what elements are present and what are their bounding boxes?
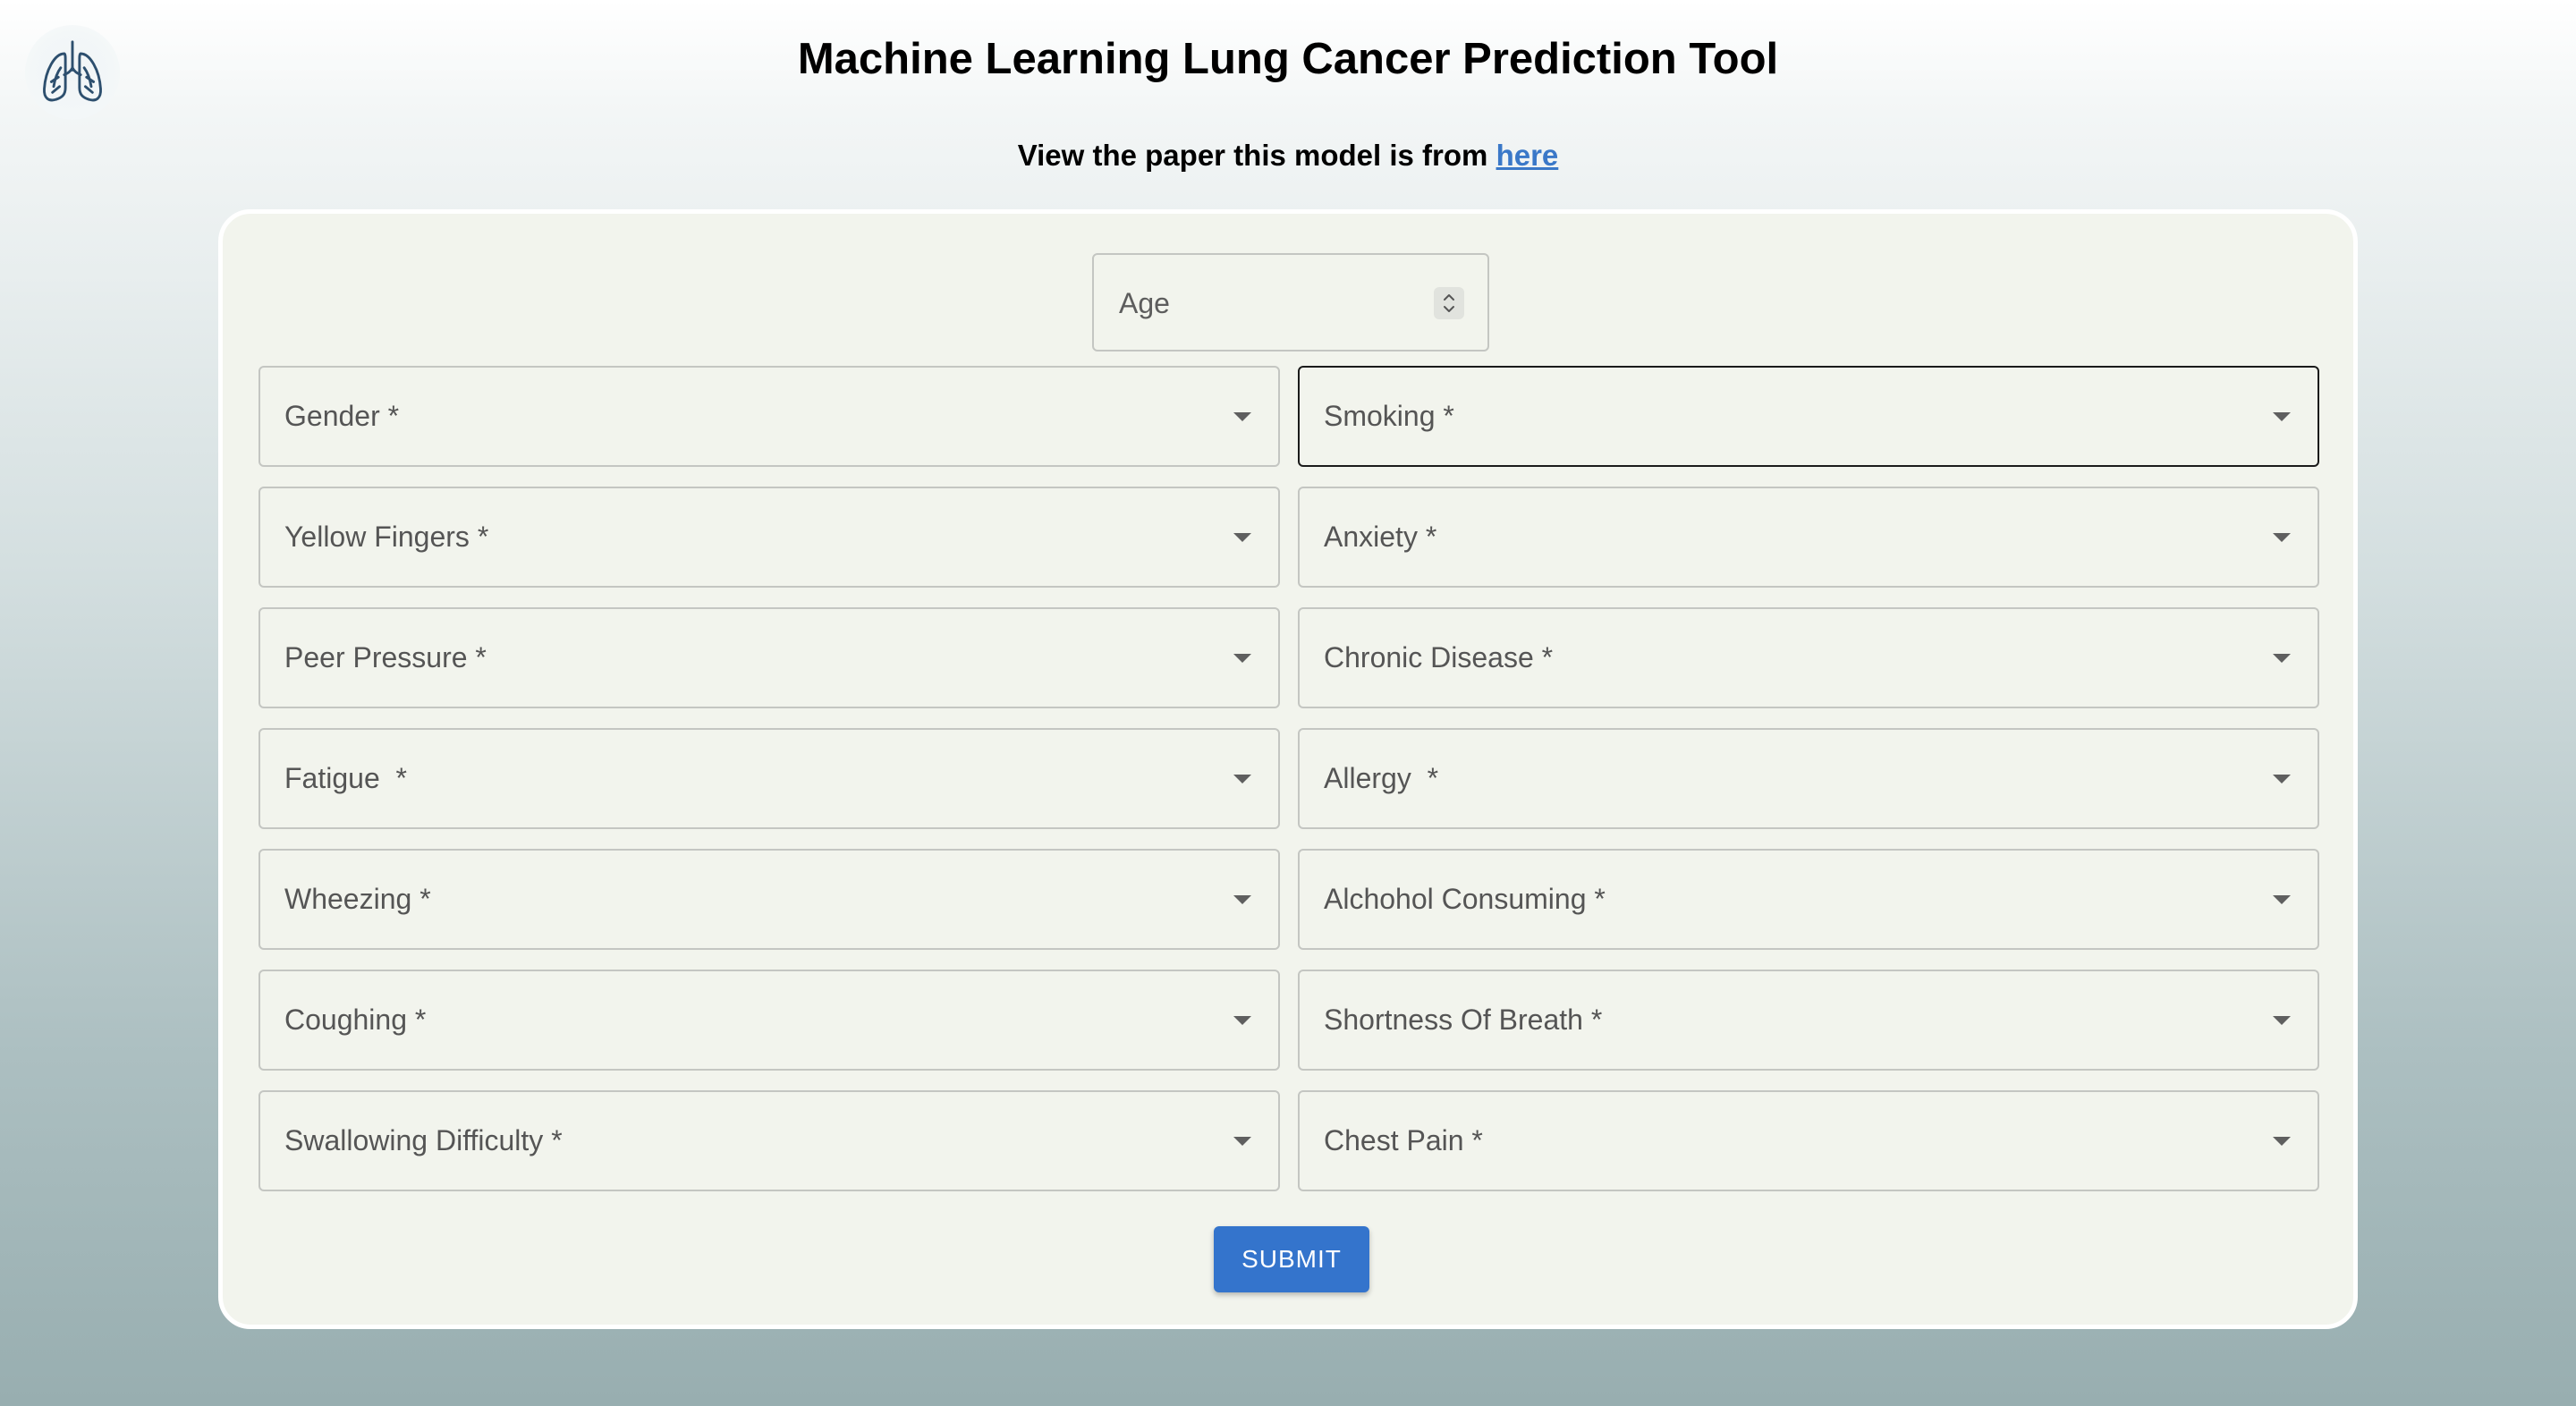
caret-down-icon — [1233, 533, 1251, 542]
chronic-disease-select[interactable]: Chronic Disease * — [1298, 607, 2319, 708]
alcohol-consuming-select[interactable]: Alchohol Consuming * — [1298, 849, 2319, 950]
gender-select[interactable]: Gender * — [258, 366, 1280, 467]
swallowing-difficulty-select[interactable]: Swallowing Difficulty * — [258, 1090, 1280, 1191]
caret-down-icon — [2273, 1137, 2291, 1146]
smoking-select[interactable]: Smoking * — [1298, 366, 2319, 467]
caret-down-icon — [2273, 533, 2291, 542]
peer-pressure-select[interactable]: Peer Pressure * — [258, 607, 1280, 708]
caret-down-icon — [1233, 412, 1251, 421]
paper-link[interactable]: here — [1496, 139, 1559, 172]
caret-down-icon — [1233, 1137, 1251, 1146]
caret-down-icon — [1233, 775, 1251, 783]
field-label: Fatigue * — [284, 762, 407, 794]
age-field[interactable] — [1092, 253, 1489, 352]
prediction-form: Gender * Smoking * Yellow Fingers * Anxi… — [218, 209, 2358, 1329]
age-stepper[interactable] — [1434, 287, 1464, 319]
field-label: Anxiety * — [1324, 521, 1437, 553]
wheezing-select[interactable]: Wheezing * — [258, 849, 1280, 950]
allergy-select[interactable]: Allergy * — [1298, 728, 2319, 829]
field-label: Gender * — [284, 400, 400, 432]
field-label: Yellow Fingers * — [284, 521, 489, 553]
field-label: Shortness Of Breath * — [1324, 1004, 1603, 1036]
age-input[interactable] — [1117, 255, 1425, 352]
field-label: Wheezing * — [284, 883, 431, 915]
stepper-arrows-icon — [1444, 294, 1454, 312]
chest-pain-select[interactable]: Chest Pain * — [1298, 1090, 2319, 1191]
subtitle-text: View the paper this model is from — [1017, 139, 1488, 172]
submit-button[interactable]: SUBMIT — [1214, 1226, 1369, 1292]
caret-down-icon — [2273, 654, 2291, 663]
field-label: Smoking * — [1324, 400, 1454, 432]
page-title: Machine Learning Lung Cancer Prediction … — [797, 35, 1779, 83]
field-label: Chronic Disease * — [1324, 641, 1554, 673]
caret-down-icon — [1233, 895, 1251, 904]
shortness-of-breath-select[interactable]: Shortness Of Breath * — [1298, 970, 2319, 1071]
yellow-fingers-select[interactable]: Yellow Fingers * — [258, 487, 1280, 588]
field-label: Peer Pressure * — [284, 641, 487, 673]
caret-down-icon — [2273, 775, 2291, 783]
field-label: Allergy * — [1324, 762, 1439, 794]
fatigue-select[interactable]: Fatigue * — [258, 728, 1280, 829]
field-label: Swallowing Difficulty * — [284, 1124, 563, 1156]
field-label: Chest Pain * — [1324, 1124, 1483, 1156]
field-label: Alchohol Consuming * — [1324, 883, 1606, 915]
caret-down-icon — [1233, 654, 1251, 663]
fields-grid: Gender * Smoking * Yellow Fingers * Anxi… — [258, 366, 2319, 1191]
paper-subtitle: View the paper this model is from here — [0, 136, 2576, 175]
coughing-select[interactable]: Coughing * — [258, 970, 1280, 1071]
caret-down-icon — [2273, 1016, 2291, 1025]
caret-down-icon — [2273, 895, 2291, 904]
caret-down-icon — [2273, 412, 2291, 421]
caret-down-icon — [1233, 1016, 1251, 1025]
field-label: Coughing * — [284, 1004, 427, 1036]
anxiety-select[interactable]: Anxiety * — [1298, 487, 2319, 588]
